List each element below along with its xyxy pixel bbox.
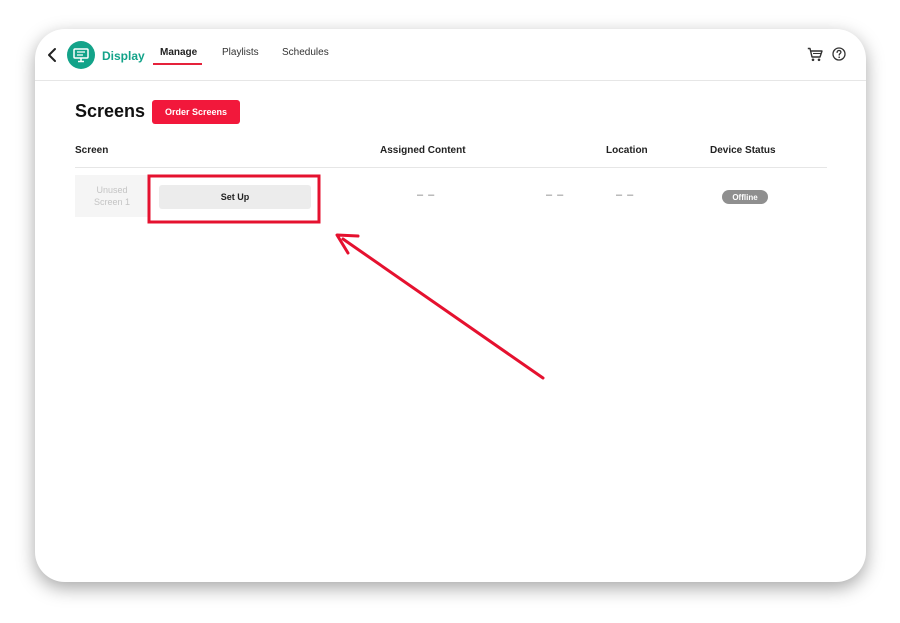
tab-manage[interactable]: Manage	[160, 47, 197, 58]
set-up-button[interactable]: Set Up	[159, 185, 311, 209]
column-header-device-status: Device Status	[710, 145, 776, 156]
screen-thumbnail[interactable]: Unused Screen 1	[75, 175, 149, 217]
tab-playlists[interactable]: Playlists	[222, 47, 259, 58]
active-tab-indicator	[153, 63, 202, 65]
screen-name-line2: Screen 1	[93, 197, 131, 207]
page-title: Screens	[75, 101, 146, 121]
screen-name-line1: Unused	[96, 185, 128, 195]
top-navigation-bar: Display Manage Playlists Schedules	[35, 29, 866, 81]
column-header-screen: Screen	[75, 145, 109, 156]
extra-column-value: – –	[546, 189, 565, 201]
location-value: – –	[616, 189, 635, 201]
status-badge: Offline	[722, 190, 768, 204]
monitor-icon	[73, 48, 89, 63]
column-header-location: Location	[606, 145, 648, 156]
app-name: Display	[102, 49, 145, 63]
back-arrow-icon[interactable]	[45, 46, 59, 64]
column-header-assigned-content: Assigned Content	[380, 145, 466, 156]
header-divider	[75, 167, 827, 168]
help-icon[interactable]	[832, 47, 846, 61]
display-app-logo[interactable]	[67, 41, 95, 69]
cart-icon[interactable]	[807, 47, 823, 62]
assigned-content-value: – –	[417, 189, 436, 201]
app-window: Display Manage Playlists Schedules Scree…	[35, 29, 866, 582]
order-screens-button[interactable]: Order Screens	[152, 100, 240, 124]
tab-schedules[interactable]: Schedules	[282, 47, 329, 58]
